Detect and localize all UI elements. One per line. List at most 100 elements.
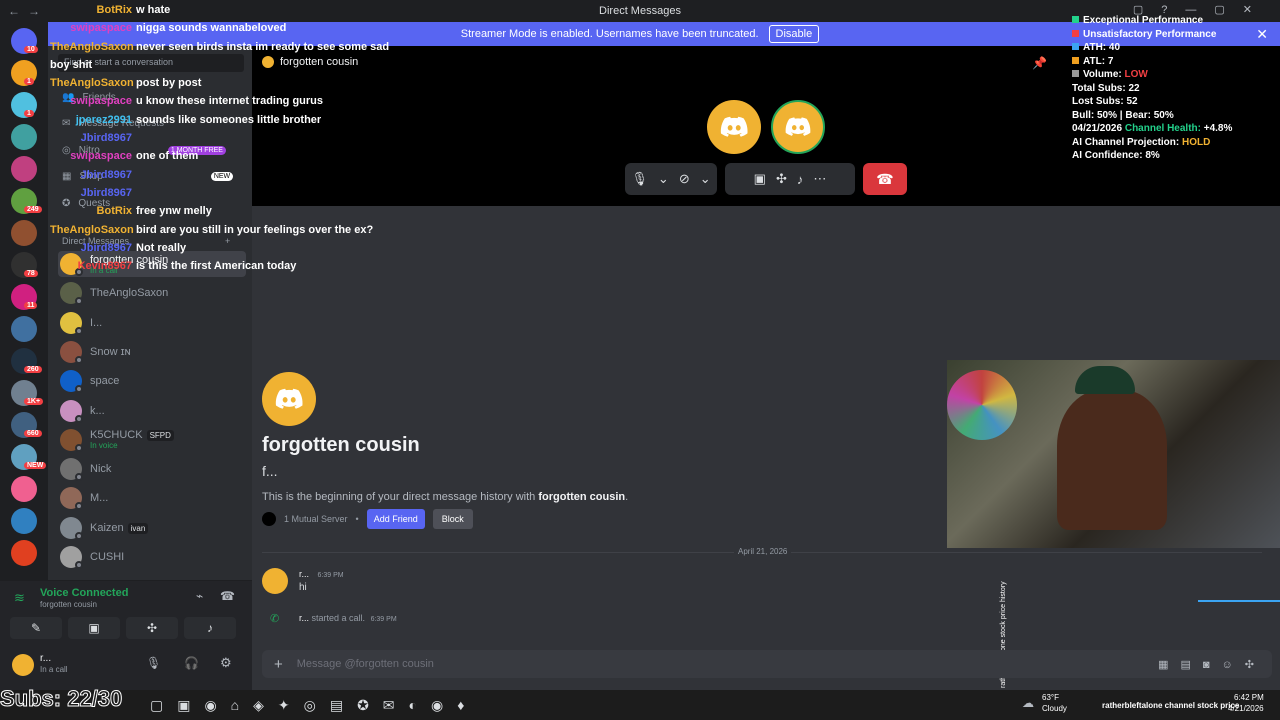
dm-item[interactable]: k... [58,398,246,424]
dm-name: Nick [90,463,112,476]
dm-item[interactable]: space [58,368,246,394]
call-participant-avatar[interactable] [707,100,761,154]
server-icon[interactable] [11,476,37,502]
server-badge: 78 [24,270,38,277]
legend-unsatisfactory: Unsatisfactory Performance [1072,28,1280,42]
add-friend-button[interactable]: Add Friend [366,509,425,529]
dm-item[interactable]: Kaizen ivan [58,515,246,541]
server-badge: 660 [24,430,42,437]
server-badge: NEW [24,462,47,469]
dm-item[interactable]: CUSHI [58,544,246,570]
chat-message: u know these internet trading gurus [136,95,324,108]
server-icon[interactable] [11,316,37,342]
weather-desc: Cloudy [1042,704,1067,713]
headphones-icon[interactable]: 🎧 [184,656,199,670]
intro-avatar [262,372,316,426]
dm-name: M... [90,492,109,505]
dm-item[interactable]: TheAngloSaxon [58,280,246,306]
server-icon[interactable] [11,220,37,246]
disconnect-icon[interactable]: ☎ [220,589,235,603]
dm-item[interactable]: M... [58,485,246,511]
status-dot [75,385,83,394]
dm-avatar [60,546,83,569]
dm-name: TheAngloSaxon [90,287,169,300]
dm-avatar [60,370,83,394]
discord-logo-icon [275,388,303,409]
projection-value: HOLD [1182,136,1211,148]
ath-value: 40 [1108,42,1121,53]
soundboard-icon[interactable]: ♪ [797,172,804,187]
settings-gear-icon[interactable]: ⚙ [220,655,232,671]
camera-button[interactable]: ✎ [10,617,62,639]
status-dot [75,473,83,482]
chat-user: BotRix [96,205,132,218]
banner-text: Streamer Mode is enabled. Usernames have… [460,28,759,40]
dm-item[interactable]: K5CHUCK SFPD In voice [58,427,246,453]
activities-button[interactable]: ✣ [126,617,178,639]
dm-item[interactable]: I... [58,310,246,336]
dm-item[interactable]: Nick [58,456,246,482]
server-badge: 260 [24,366,42,373]
stock-line [1198,600,1280,602]
streamer-figure [1057,390,1167,530]
dm-item[interactable]: Snow ɪɴ [58,339,246,365]
voice-channel[interactable]: forgotten cousin [40,600,97,609]
mutual-server[interactable]: 1 Mutual Server [284,514,348,524]
chat-user: swipaspace [70,95,132,108]
soundboard-button[interactable]: ♪ [184,617,236,639]
call-self-avatar[interactable] [771,100,825,154]
subs-counter: Subs: 22/30 [0,686,123,712]
screen-share-icon[interactable]: ▣ [754,171,766,187]
user-avatar[interactable] [12,654,34,676]
legend-swatch [1072,16,1079,23]
dm-name: K5CHUCK [90,429,143,442]
composer-icons[interactable]: ▦▤◙☺✣ [1158,658,1266,671]
message-input[interactable]: Message @forgotten cousin [297,658,1144,670]
noise-suppression-icon[interactable]: ⌁ [196,589,203,603]
prize-wheel [947,370,1017,440]
ath-label: ATH: [1083,42,1107,53]
server-icon[interactable] [11,156,37,182]
mic-icon[interactable]: 🎙 [146,656,161,670]
projection-line: AI Channel Projection: HOLD [1072,136,1280,150]
mic-toggle[interactable]: 🎙 ⌄ ⊘ ⌄ [625,163,717,195]
call-actions[interactable]: ▣ ✣ ♪ ⋯ [725,163,855,195]
chat-user: TheAngloSaxon [50,77,134,90]
taskbar-apps[interactable]: ▢▣◉⌂◈✦◎▤✪✉◐◉♦ [150,697,478,714]
message-author[interactable]: r... [299,569,309,579]
chevron-down-icon: ⌄ [699,171,711,186]
dm-avatar [60,282,83,306]
mutual-server-icon [262,512,276,526]
activities-icon[interactable]: ✣ [776,171,787,187]
mic-icon: 🎙 [631,171,648,186]
user-panel: r... In a call 🎙 🎧 ⚙ [0,644,252,690]
chevron-down-icon: ⌄ [657,171,669,186]
attach-plus-icon[interactable]: + [274,656,283,673]
lost-subs: Lost Subs: 52 [1072,96,1138,107]
weather-temp: 63°F [1042,693,1059,702]
server-icon[interactable] [11,508,37,534]
call-started-icon: ✆ [270,613,280,625]
disable-button[interactable]: Disable [768,25,820,43]
server-icon[interactable] [11,540,37,566]
window-title: Direct Messages [599,5,681,17]
clock-time: 6:42 PM [1234,693,1264,702]
health-value: +4.8% [1203,123,1233,134]
signal-icon: ≋ [14,590,25,605]
dm-intro: forgotten cousin f... This is the beginn… [262,372,628,529]
hang-up-button[interactable]: ☎ [863,163,907,195]
block-button[interactable]: Block [432,509,473,529]
server-badge: 249 [24,206,42,213]
chat-user: BotRix [96,4,132,16]
chat-message: nigga sounds wannabeloved [136,22,287,35]
total-subs: Total Subs: 22 [1072,82,1140,94]
date-divider-label: April 21, 2026 [734,547,792,556]
server-icon[interactable] [11,124,37,150]
pin-icon[interactable]: 📌 [1032,56,1047,70]
screen-share-button[interactable]: ▣ [68,617,120,639]
more-icon[interactable]: ⋯ [813,171,826,187]
message-avatar[interactable] [262,568,288,594]
chat-line: swipaspace one of them [50,147,390,165]
chat-user: Jbird8967 [80,241,132,254]
nav-arrows[interactable]: ←→ [8,4,48,18]
